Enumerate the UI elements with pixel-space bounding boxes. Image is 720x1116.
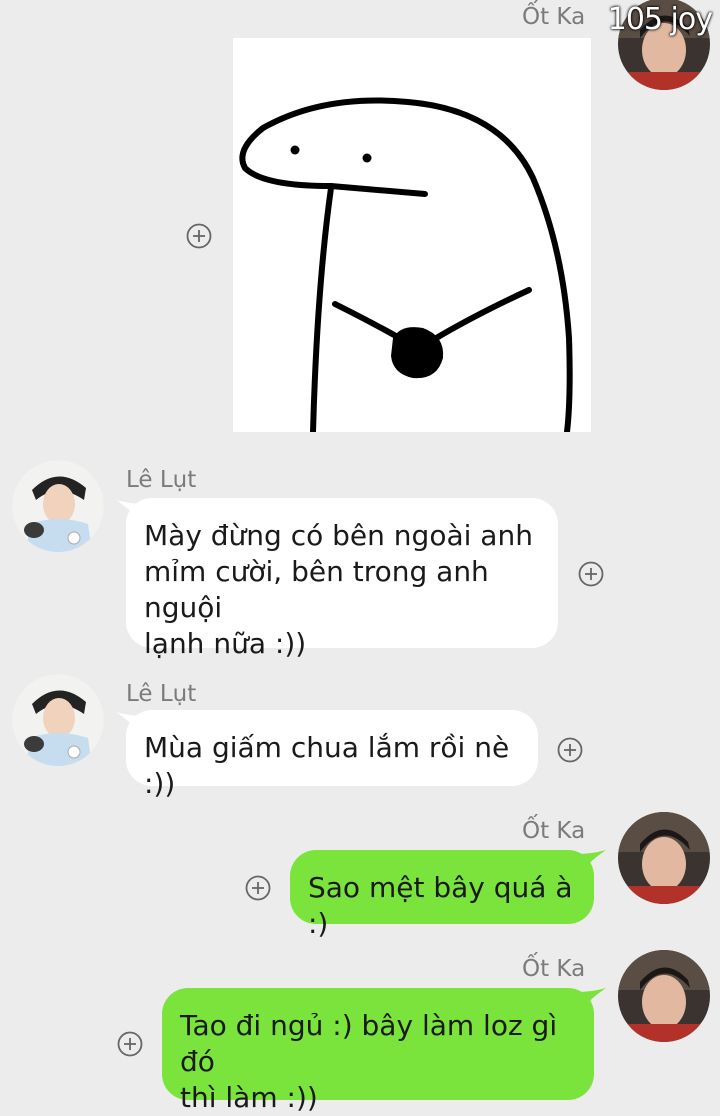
avatar[interactable] [12, 460, 104, 552]
message-text-line: lạnh nữa :)) [144, 627, 307, 660]
message-text-line: Sao mệt bây quá à :) [308, 871, 573, 940]
add-reaction-icon[interactable] [557, 737, 583, 763]
message-text-line: mỉm cười, bên trong anh nguội [144, 555, 489, 624]
avatar[interactable] [12, 674, 104, 766]
avatar[interactable] [618, 950, 710, 1042]
sender-name: Lê Lụt [126, 681, 197, 707]
add-reaction-icon[interactable] [245, 875, 271, 901]
avatar[interactable] [618, 812, 710, 904]
message-bubble[interactable]: Mùa giấm chua lắm rồi nè :)) [126, 710, 538, 800]
add-reaction-icon[interactable] [578, 561, 604, 587]
drawn-blob-character-sticker-icon [239, 97, 573, 435]
message-text-line: Mùa giấm chua lắm rồi nè :)) [144, 731, 510, 800]
message-text-line: Mày đừng có bên ngoài anh [144, 519, 533, 552]
message-text-line: Tao đi ngủ :) bây làm loz gì đó [180, 1009, 558, 1078]
sender-name: Ốt Ka [522, 818, 586, 844]
message-bubble[interactable]: Tao đi ngủ :) bây làm loz gì đó thì làm … [162, 988, 594, 1114]
message-bubble[interactable]: Mày đừng có bên ngoài anh mỉm cười, bên … [126, 498, 558, 660]
sticker-image[interactable] [233, 38, 591, 435]
sender-name: Lê Lụt [126, 467, 197, 493]
add-reaction-icon[interactable] [186, 223, 212, 249]
sender-name: Ốt Ka [522, 4, 586, 30]
message-text-line: thì làm :)) [180, 1081, 318, 1114]
message-bubble[interactable]: Sao mệt bây quá à :) [290, 850, 594, 940]
watermark-text: 105 joy [607, 2, 713, 37]
add-reaction-icon[interactable] [117, 1031, 143, 1057]
sender-name: Ốt Ka [522, 956, 586, 982]
